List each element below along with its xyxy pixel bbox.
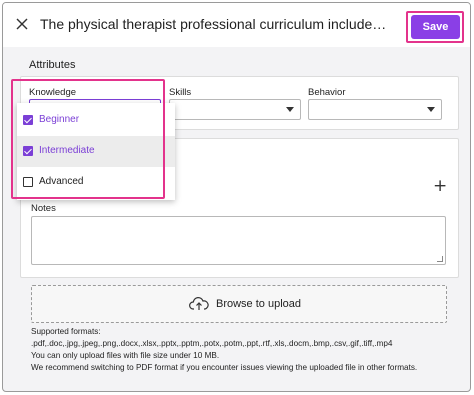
browse-to-upload-label: Browse to upload — [216, 298, 301, 310]
checkbox-unchecked-icon[interactable] — [23, 177, 33, 187]
formats-list: .pdf,.doc,.jpg,.jpeg,.png,.docx,.xlsx,.p… — [31, 339, 393, 348]
chevron-down-icon — [427, 107, 435, 112]
option-label: Beginner — [39, 114, 80, 125]
formats-title: Supported formats: — [31, 327, 101, 336]
dialog-title: The physical therapist professional curr… — [40, 16, 390, 32]
upload-dropzone[interactable]: Browse to upload — [31, 285, 447, 323]
save-button[interactable]: Save — [411, 15, 460, 39]
behavior-select[interactable] — [308, 99, 442, 120]
skills-label: Skills — [169, 87, 192, 98]
knowledge-label: Knowledge — [29, 87, 77, 98]
chevron-down-icon — [286, 107, 294, 112]
option-beginner[interactable]: Beginner — [17, 105, 175, 136]
knowledge-dropdown: Beginner Intermediate Advanced — [17, 103, 175, 200]
option-label: Intermediate — [39, 145, 95, 156]
attributes-title: Attributes — [29, 59, 76, 71]
notes-label: Notes — [31, 203, 56, 214]
pdf-note: We recommend switching to PDF format if … — [31, 363, 418, 372]
add-icon[interactable]: + — [433, 176, 447, 196]
skills-select[interactable] — [169, 99, 301, 120]
option-advanced[interactable]: Advanced — [17, 167, 175, 198]
dialog-header: The physical therapist professional curr… — [3, 3, 470, 47]
resize-handle-icon[interactable] — [437, 256, 443, 262]
dialog: The physical therapist professional curr… — [2, 2, 471, 392]
checkbox-checked-icon[interactable] — [23, 115, 33, 125]
close-icon[interactable] — [14, 16, 30, 32]
checkbox-checked-icon[interactable] — [23, 146, 33, 156]
size-note: You can only upload files with file size… — [31, 351, 220, 360]
option-intermediate[interactable]: Intermediate — [17, 136, 175, 167]
option-label: Advanced — [39, 176, 84, 187]
behavior-label: Behavior — [308, 87, 346, 98]
cloud-upload-icon — [189, 297, 209, 310]
notes-textarea[interactable] — [31, 216, 446, 265]
